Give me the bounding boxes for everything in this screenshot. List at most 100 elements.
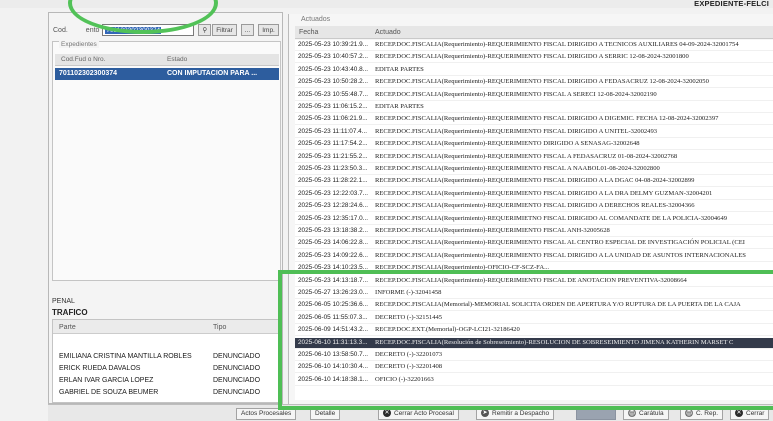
actuado-row[interactable]: 2025-05-23 10:50:28.2... RECEP.DOC.FISCAL… xyxy=(295,77,773,89)
expediente-row-selected[interactable]: 701102302300374 CON IMPUTACION PARA ... xyxy=(55,68,279,80)
delito-value: TRAFICO xyxy=(52,308,88,317)
col-estado[interactable]: Estado xyxy=(167,56,187,63)
parte-name: ERLAN IVAR GARCIA LOPEZ xyxy=(59,377,154,384)
actuado-fecha: 2025-05-23 14:09:22.6... xyxy=(298,251,368,259)
actuado-fecha: 2025-05-23 12:35:17.0... xyxy=(298,214,368,222)
parte-tipo: DENUNCIADO xyxy=(213,389,261,396)
actuado-text: RECEP.DOC.FISCALIA(Requerimiento)-REQUER… xyxy=(375,140,640,148)
actuado-text: RECEP.DOC.FISCALIA(Requerimiento)-REQUER… xyxy=(375,78,709,86)
actuado-row[interactable]: 2025-05-23 11:28:22.1... RECEP.DOC.FISCAL… xyxy=(295,176,773,188)
filtrar-button[interactable]: Filtrar xyxy=(212,24,237,36)
report-icon: ▤ xyxy=(685,409,693,418)
actuado-row[interactable]: 2025-05-23 14:09:22.6... RECEP.DOC.FISCAL… xyxy=(295,251,773,262)
actuado-fecha: 2025-05-23 12:28:24.6... xyxy=(298,202,368,210)
actuado-text: RECEP.DOC.FISCALIA(Requerimiento)-REQUER… xyxy=(375,214,728,222)
parte-name: EMILIANA CRISTINA MANTILLA ROBLES xyxy=(59,353,192,360)
green-box-annotation xyxy=(278,270,773,410)
parte-row[interactable]: ERICK RUEDA DAVALOS DENUNCIADO xyxy=(53,364,280,374)
actuado-fecha: 2025-05-23 12:22:03.7... xyxy=(298,189,368,197)
actuado-fecha: 2025-05-23 10:50:28.2... xyxy=(298,78,368,86)
partes-header: Parte Tipo xyxy=(53,320,280,334)
document-icon: ▤ xyxy=(628,409,636,418)
expedientes-legend: Expedientes xyxy=(59,41,99,48)
actuado-row[interactable]: 2025-05-23 12:22:03.7... RECEP.DOC.FISCAL… xyxy=(295,189,773,200)
actuado-fecha: 2025-05-23 10:43:40.8... xyxy=(298,65,368,73)
screen: EXPEDIENTE-FELCI Cod. ento 7011023023003… xyxy=(0,0,773,421)
actuado-fecha: 2025-05-23 11:17:54.2... xyxy=(298,140,368,148)
c-rep-label: C. Rep. xyxy=(696,410,719,417)
actuado-text: RECEP.DOC.FISCALIA(Requerimiento)-REQUER… xyxy=(375,115,719,123)
actuado-text: RECEP.DOC.FISCALIA(Requerimiento)-REQUER… xyxy=(375,227,610,234)
cerrar-label: Cerrar xyxy=(746,410,765,417)
actuado-text: RECEP.DOC.FISCALIA(Requerimiento)-REQUER… xyxy=(375,152,678,160)
actuado-row[interactable]: 2025-05-23 11:23:50.3... RECEP.DOC.FISCAL… xyxy=(295,164,773,175)
caratula-label: Carátula xyxy=(639,410,664,417)
parte-row[interactable]: ERLAN IVAR GARCIA LOPEZ DENUNCIADO xyxy=(53,376,280,386)
search-icon[interactable]: ⚲ xyxy=(198,24,212,36)
actuado-row[interactable]: 2025-05-23 10:40:57.2... RECEP.DOC.FISCAL… xyxy=(295,52,773,64)
actuado-fecha: 2025-05-23 10:39:21.9... xyxy=(298,41,368,48)
parte-row[interactable]: EMILIANA CRISTINA MANTILLA ROBLES DENUNCI… xyxy=(53,352,280,362)
more-button[interactable]: ... xyxy=(240,24,255,36)
parte-name: GABRIEL DE SOUZA BEUMER xyxy=(59,389,159,396)
partes-body: EMILIANA CRISTINA MANTILLA ROBLES DENUNCI… xyxy=(53,334,280,398)
actuado-row[interactable]: 2025-05-23 14:06:22.8... RECEP.DOC.FISCAL… xyxy=(295,238,773,250)
col-actuado[interactable]: Actuado xyxy=(375,29,401,36)
parte-tipo: DENUNCIADO xyxy=(213,365,261,372)
send-icon: ➤ xyxy=(481,409,489,418)
actuado-fecha: 2025-05-23 11:06:21.9... xyxy=(298,115,368,123)
partes-table: Parte Tipo EMILIANA CRISTINA MANTILLA RO… xyxy=(52,319,281,403)
actuado-row[interactable]: 2025-05-23 11:06:21.9... RECEP.DOC.FISCAL… xyxy=(295,114,773,126)
actuado-row[interactable]: 2025-05-23 11:17:54.2... RECEP.DOC.FISCAL… xyxy=(295,139,773,151)
actuado-row[interactable]: 2025-05-23 11:06:15.2... EDITAR PARTES xyxy=(295,102,773,113)
actuado-text: RECEP.DOC.FISCALIA(Requerimiento)-REQUER… xyxy=(375,189,713,197)
actuado-fecha: 2025-05-23 10:40:57.2... xyxy=(298,53,368,61)
parte-row[interactable]: GABRIEL DE SOUZA BEUMER DENUNCIADO xyxy=(53,388,280,398)
actuado-text: EDITAR PARTES xyxy=(375,65,424,73)
actuado-row[interactable]: 2025-05-23 13:18:38.2... RECEP.DOC.FISCAL… xyxy=(295,226,773,237)
actuados-header: Fecha Actuado xyxy=(295,26,773,39)
actuado-text: RECEP.DOC.FISCALIA(Requerimiento)-REQUER… xyxy=(375,90,657,98)
actuado-fecha: 2025-05-23 13:18:38.2... xyxy=(298,227,368,234)
actuado-fecha: 2025-05-23 11:11:07.4... xyxy=(298,127,368,135)
cod-label: Cod. xyxy=(53,26,68,34)
actuado-fecha: 2025-05-23 14:06:22.8... xyxy=(298,239,368,247)
actuado-fecha: 2025-05-23 10:55:48.7... xyxy=(298,90,368,98)
col-fecha[interactable]: Fecha xyxy=(299,29,318,36)
detalle-label: Detalle xyxy=(315,410,336,417)
penal-label: PENAL xyxy=(52,298,75,305)
left-panel: Cod. ento 701102302300374 ⚲ Filtrar ... … xyxy=(48,12,283,404)
expediente-cod: 701102302300374 xyxy=(59,70,118,77)
actuado-text: RECEP.DOC.FISCALIA(Requerimiento)-REQUER… xyxy=(375,53,689,61)
close-icon: ✕ xyxy=(735,409,743,418)
actuado-text: RECEP.DOC.FISCALIA(Requerimiento)-REQUER… xyxy=(375,239,745,247)
actuado-row[interactable]: 2025-05-23 12:35:17.0... RECEP.DOC.FISCAL… xyxy=(295,214,773,225)
cerrar-acto-label: Cerrar Acto Procesal xyxy=(394,410,454,417)
actuado-row[interactable]: 2025-05-23 11:11:07.4... RECEP.DOC.FISCAL… xyxy=(295,127,773,138)
actuado-fecha: 2025-05-23 11:28:22.1... xyxy=(298,177,368,185)
actuado-fecha: 2025-05-23 11:21:55.2... xyxy=(298,152,368,160)
remitir-despacho-label: Remitir a Despacho xyxy=(492,410,550,417)
actuado-text: RECEP.DOC.FISCALIA(Requerimiento)-REQUER… xyxy=(375,165,660,172)
actos-procesales-label: Actos Procesales xyxy=(241,410,292,417)
actuado-text: RECEP.DOC.FISCALIA(Requerimiento)-REQUER… xyxy=(375,202,695,210)
col-tipo[interactable]: Tipo xyxy=(213,324,226,331)
expedientes-group: Expedientes Cod.Fud o Nro. Estado 701102… xyxy=(52,41,281,281)
actuado-text: RECEP.DOC.FISCALIA(Requerimiento)-REQUER… xyxy=(375,177,695,185)
expedientes-header: Cod.Fud o Nro. Estado xyxy=(55,54,279,66)
actuado-text: RECEP.DOC.FISCALIA(Requerimiento)-REQUER… xyxy=(375,251,746,259)
actuado-fecha: 2025-05-23 11:23:50.3... xyxy=(298,165,368,172)
actuado-text: EDITAR PARTES xyxy=(375,103,424,110)
imp-button[interactable]: Imp. xyxy=(258,24,279,36)
actuado-row[interactable]: 2025-05-23 10:39:21.9... RECEP.DOC.FISCAL… xyxy=(295,40,773,51)
actuado-fecha: 2025-05-23 11:06:15.2... xyxy=(298,103,368,110)
actuado-row[interactable]: 2025-05-23 10:43:40.8... EDITAR PARTES xyxy=(295,65,773,76)
col-parte[interactable]: Parte xyxy=(59,324,76,331)
parte-tipo: DENUNCIADO xyxy=(213,377,261,384)
col-cod[interactable]: Cod.Fud o Nro. xyxy=(61,56,105,63)
actuado-row[interactable]: 2025-05-23 12:28:24.6... RECEP.DOC.FISCAL… xyxy=(295,201,773,213)
window-title: EXPEDIENTE-FELCI xyxy=(694,0,769,8)
actuado-text: RECEP.DOC.FISCALIA(Requerimiento)-REQUER… xyxy=(375,41,739,48)
actuado-row[interactable]: 2025-05-23 11:21:55.2... RECEP.DOC.FISCAL… xyxy=(295,152,773,163)
actuado-row[interactable]: 2025-05-23 10:55:48.7... RECEP.DOC.FISCAL… xyxy=(295,90,773,101)
